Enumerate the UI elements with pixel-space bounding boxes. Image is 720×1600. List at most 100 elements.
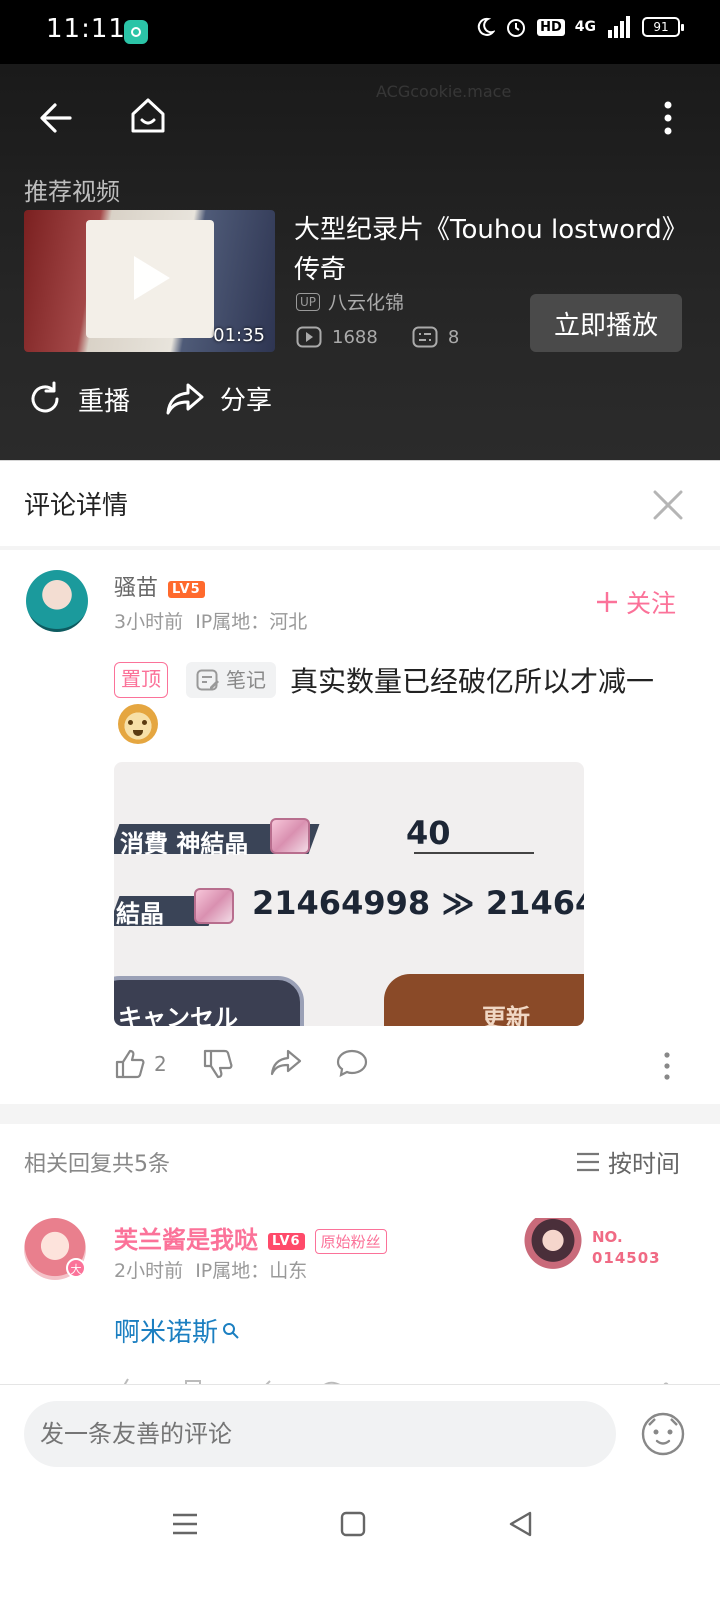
up-badge: UP — [296, 292, 321, 311]
thumbs-down-icon — [203, 1049, 233, 1079]
replay-icon — [31, 381, 59, 413]
like-button[interactable]: 2 — [114, 1048, 167, 1080]
comment-input[interactable] — [24, 1401, 616, 1467]
uploader-row: UP 八云化锦 — [296, 288, 404, 315]
network-type: 4G — [574, 19, 596, 35]
danmaku-icon — [412, 326, 438, 348]
play-now-button[interactable]: 立即播放 — [530, 294, 682, 352]
share-label: 分享 — [220, 386, 273, 416]
hd-badge: HD — [537, 18, 565, 36]
fan-badge-card: NO. 014503 — [520, 1218, 680, 1274]
comment-text: 真实数量已经破亿所以才减一 — [290, 665, 655, 698]
views-count: 1688 — [332, 326, 378, 348]
app-notification-icon — [124, 20, 148, 44]
sort-by-time-button[interactable]: 按时间 — [576, 1144, 680, 1179]
image-underline — [414, 852, 534, 854]
section-divider — [0, 546, 720, 550]
home-button[interactable] — [118, 86, 178, 146]
note-tag[interactable]: 笔记 — [186, 662, 276, 698]
badge-no: NO. — [592, 1228, 623, 1246]
badge-character-art — [520, 1218, 586, 1274]
home-icon — [131, 98, 165, 133]
more-vertical-icon[interactable] — [664, 1052, 670, 1080]
reply-username[interactable]: 芙兰酱是我哒 LV6 原始粉丝 — [114, 1220, 387, 1255]
avatar[interactable] — [26, 570, 88, 632]
recommended-label: 推荐视频 — [24, 178, 120, 206]
plus-icon — [597, 592, 617, 612]
image-label-top: 消費 神結晶 — [120, 830, 249, 858]
image-value-bottom: 21464998 ≫ 214649 — [252, 884, 584, 922]
reply-time: 2小时前 — [114, 1260, 184, 1282]
comment-input-bar — [0, 1384, 720, 1484]
video-player-endscreen: ACGcookie.mace 推荐视频 01:35 大型纪录片《Touhou l… — [0, 64, 720, 460]
pinned-tag: 置顶 — [114, 662, 168, 698]
alarm-icon — [507, 19, 526, 37]
image-update-text: 更新 — [482, 1004, 530, 1026]
level-badge: LV6 — [268, 1232, 305, 1250]
vip-badge-icon: 大 — [66, 1258, 86, 1278]
reply-meta: 2小时前 IP属地：山东 — [114, 1256, 307, 1283]
share-comment-button[interactable] — [270, 1048, 302, 1078]
comment-detail-header: 评论详情 — [0, 460, 720, 546]
crystal-icon — [194, 888, 234, 924]
recommended-video-thumbnail[interactable]: 01:35 — [24, 210, 275, 352]
close-icon[interactable] — [650, 487, 686, 523]
danmaku-stat: 8 — [412, 326, 459, 348]
emoji-icon[interactable] — [640, 1411, 686, 1457]
status-bar: 11:11 HD 4G 91 — [0, 0, 720, 64]
system-nav-bar — [0, 1484, 720, 1600]
share-button[interactable]: 分享 — [164, 380, 272, 417]
replay-button[interactable]: 重播 — [26, 380, 130, 418]
status-time: 11:11 — [46, 14, 126, 44]
replay-label: 重播 — [78, 386, 131, 417]
battery-icon: 91 — [642, 17, 684, 37]
level-badge: LV5 — [168, 580, 205, 598]
reply-text[interactable]: 啊米诺斯 — [114, 1312, 240, 1349]
recommended-video-title[interactable]: 大型纪录片《Touhou lostword》传奇 — [294, 210, 694, 290]
comment-ip: IP属地：河北 — [195, 611, 308, 633]
video-duration: 01:35 — [213, 325, 265, 346]
dislike-button[interactable] — [202, 1048, 234, 1080]
note-icon — [196, 669, 219, 691]
doge-emoji-icon — [118, 704, 158, 744]
crystal-icon — [270, 818, 310, 854]
moon-icon — [477, 17, 496, 36]
follow-button[interactable]: 关注 — [596, 584, 676, 620]
more-vertical-icon — [664, 101, 672, 135]
more-menu-button[interactable] — [638, 88, 698, 148]
reply-comment-button[interactable] — [336, 1048, 368, 1078]
danmaku-count: 8 — [447, 326, 460, 348]
image-value-top: 40 — [406, 814, 451, 852]
sort-label: 按时间 — [608, 1150, 680, 1178]
comment-image[interactable]: 消費 神結晶 40 結晶 21464998 ≫ 214649 キャンセル 更新 — [114, 762, 584, 1026]
video-stats: 1688 8 — [296, 326, 493, 348]
watermark: ACGcookie.mace — [376, 82, 512, 101]
reply-username-text: 芙兰酱是我哒 — [114, 1226, 258, 1254]
reply-ip: IP属地：山东 — [195, 1260, 308, 1282]
comment-detail-title: 评论详情 — [24, 491, 129, 521]
comment-username[interactable]: 骚苗 LV5 — [114, 570, 205, 602]
comment-time: 3小时前 — [114, 611, 184, 633]
reply-text-link: 啊米诺斯 — [114, 1318, 219, 1348]
image-cancel-text: キャンセル — [118, 1004, 238, 1026]
status-icons: HD 4G 91 — [475, 16, 684, 38]
follow-label: 关注 — [626, 589, 677, 618]
badge-number: 014503 — [592, 1249, 661, 1267]
back-button[interactable] — [26, 88, 86, 148]
menu-icon[interactable] — [172, 1512, 198, 1536]
play-icon — [134, 256, 170, 300]
fan-tag: 原始粉丝 — [314, 1228, 387, 1254]
views-stat: 1688 — [296, 326, 378, 348]
comment-meta: 3小时前 IP属地：河北 — [114, 607, 307, 634]
triangle-back-icon[interactable] — [508, 1510, 534, 1538]
play-count-icon — [296, 326, 322, 348]
share-icon — [270, 1049, 302, 1076]
section-divider — [0, 1104, 720, 1124]
comment-username-text: 骚苗 — [114, 576, 159, 601]
image-label-bottom: 結晶 — [116, 900, 164, 928]
note-tag-label: 笔记 — [226, 668, 266, 692]
signal-icon — [608, 16, 630, 38]
share-icon — [166, 383, 204, 414]
comment-bubble-icon — [336, 1049, 368, 1077]
square-home-icon[interactable] — [340, 1511, 366, 1537]
